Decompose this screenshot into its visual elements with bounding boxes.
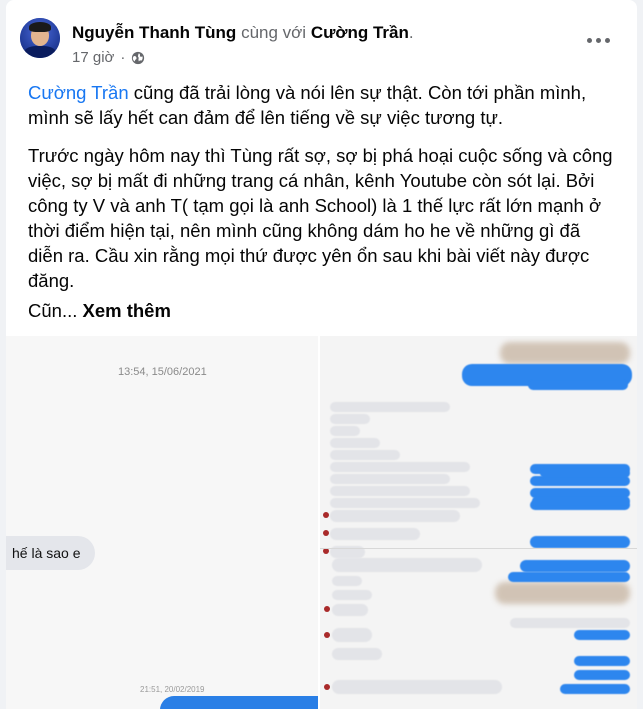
- tagged-name[interactable]: Cường Trần: [311, 23, 409, 42]
- post-paragraph-3: Cũn... Xem thêm: [28, 298, 615, 323]
- post-meta: 17 giờ ·: [72, 49, 145, 66]
- with-text: cùng với: [241, 23, 307, 42]
- more-icon[interactable]: [583, 30, 613, 50]
- photo-left[interactable]: 13:54, 15/06/2021 hế là sao e 21:51, 20/…: [6, 336, 318, 709]
- see-more-link[interactable]: Xem thêm: [83, 300, 171, 321]
- author-avatar[interactable]: [20, 18, 60, 58]
- truncated-text: Cũn...: [28, 300, 78, 321]
- photo-right[interactable]: [320, 336, 637, 709]
- chat-timestamp-2: 21:51, 20/02/2019: [140, 685, 205, 694]
- post-paragraph-1: Cường Trần cũng đã trải lòng và nói lên …: [28, 80, 615, 130]
- post-paragraph-2: Trước ngày hôm nay thì Tùng rất sợ, sợ b…: [28, 145, 613, 291]
- author-name[interactable]: Nguyễn Thanh Tùng: [72, 23, 236, 42]
- chat-timestamp: 13:54, 15/06/2021: [118, 366, 207, 378]
- post-header: Nguyễn Thanh Tùng cùng với Cường Trần. 1…: [20, 12, 623, 72]
- meta-separator: ·: [120, 49, 126, 66]
- chat-bubble-sent: [160, 696, 318, 709]
- tagged-suffix: .: [408, 23, 414, 42]
- globe-icon[interactable]: [131, 51, 145, 65]
- chat-bubble-received: hế là sao e: [6, 536, 95, 570]
- mention-link[interactable]: Cường Trần: [28, 82, 129, 103]
- post-time[interactable]: 17 giờ: [72, 49, 114, 66]
- post-card: Nguyễn Thanh Tùng cùng với Cường Trần. 1…: [6, 0, 637, 709]
- author-line: Nguyễn Thanh Tùng cùng với Cường Trần.: [72, 22, 414, 44]
- post-photos[interactable]: 13:54, 15/06/2021 hế là sao e 21:51, 20/…: [6, 336, 637, 709]
